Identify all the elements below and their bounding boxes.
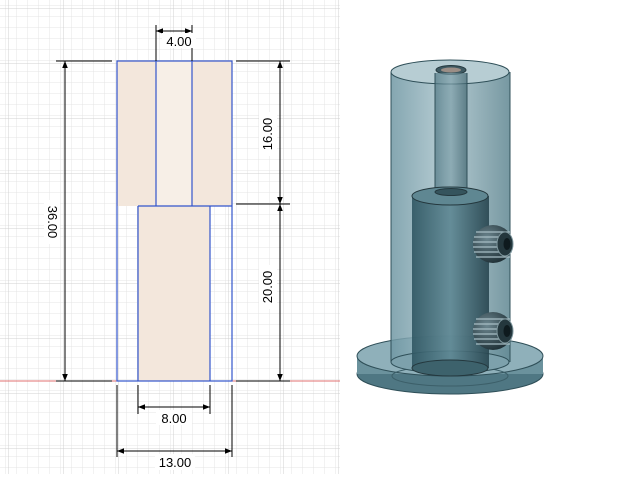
set-screw[interactable] <box>473 225 514 263</box>
dimension-label-outer: 13.00 <box>159 455 192 470</box>
dimension-label-total: 36.00 <box>45 206 60 239</box>
model-view[interactable] <box>340 0 619 474</box>
cad-workspace: 4.00 36.00 16.00 20.00 8.00 13.00 <box>0 0 619 474</box>
dimension-label-upper: 16.00 <box>260 118 275 151</box>
dimension-label-bore: 8.00 <box>161 411 186 426</box>
dimension-label-shaft: 4.00 <box>166 34 191 49</box>
set-screw[interactable] <box>473 312 514 350</box>
sketch-canvas[interactable]: 4.00 36.00 16.00 20.00 8.00 13.00 <box>0 0 340 474</box>
dimension-label-lower: 20.00 <box>260 271 275 304</box>
inner-shaft <box>434 73 468 195</box>
inner-bore <box>411 186 489 377</box>
